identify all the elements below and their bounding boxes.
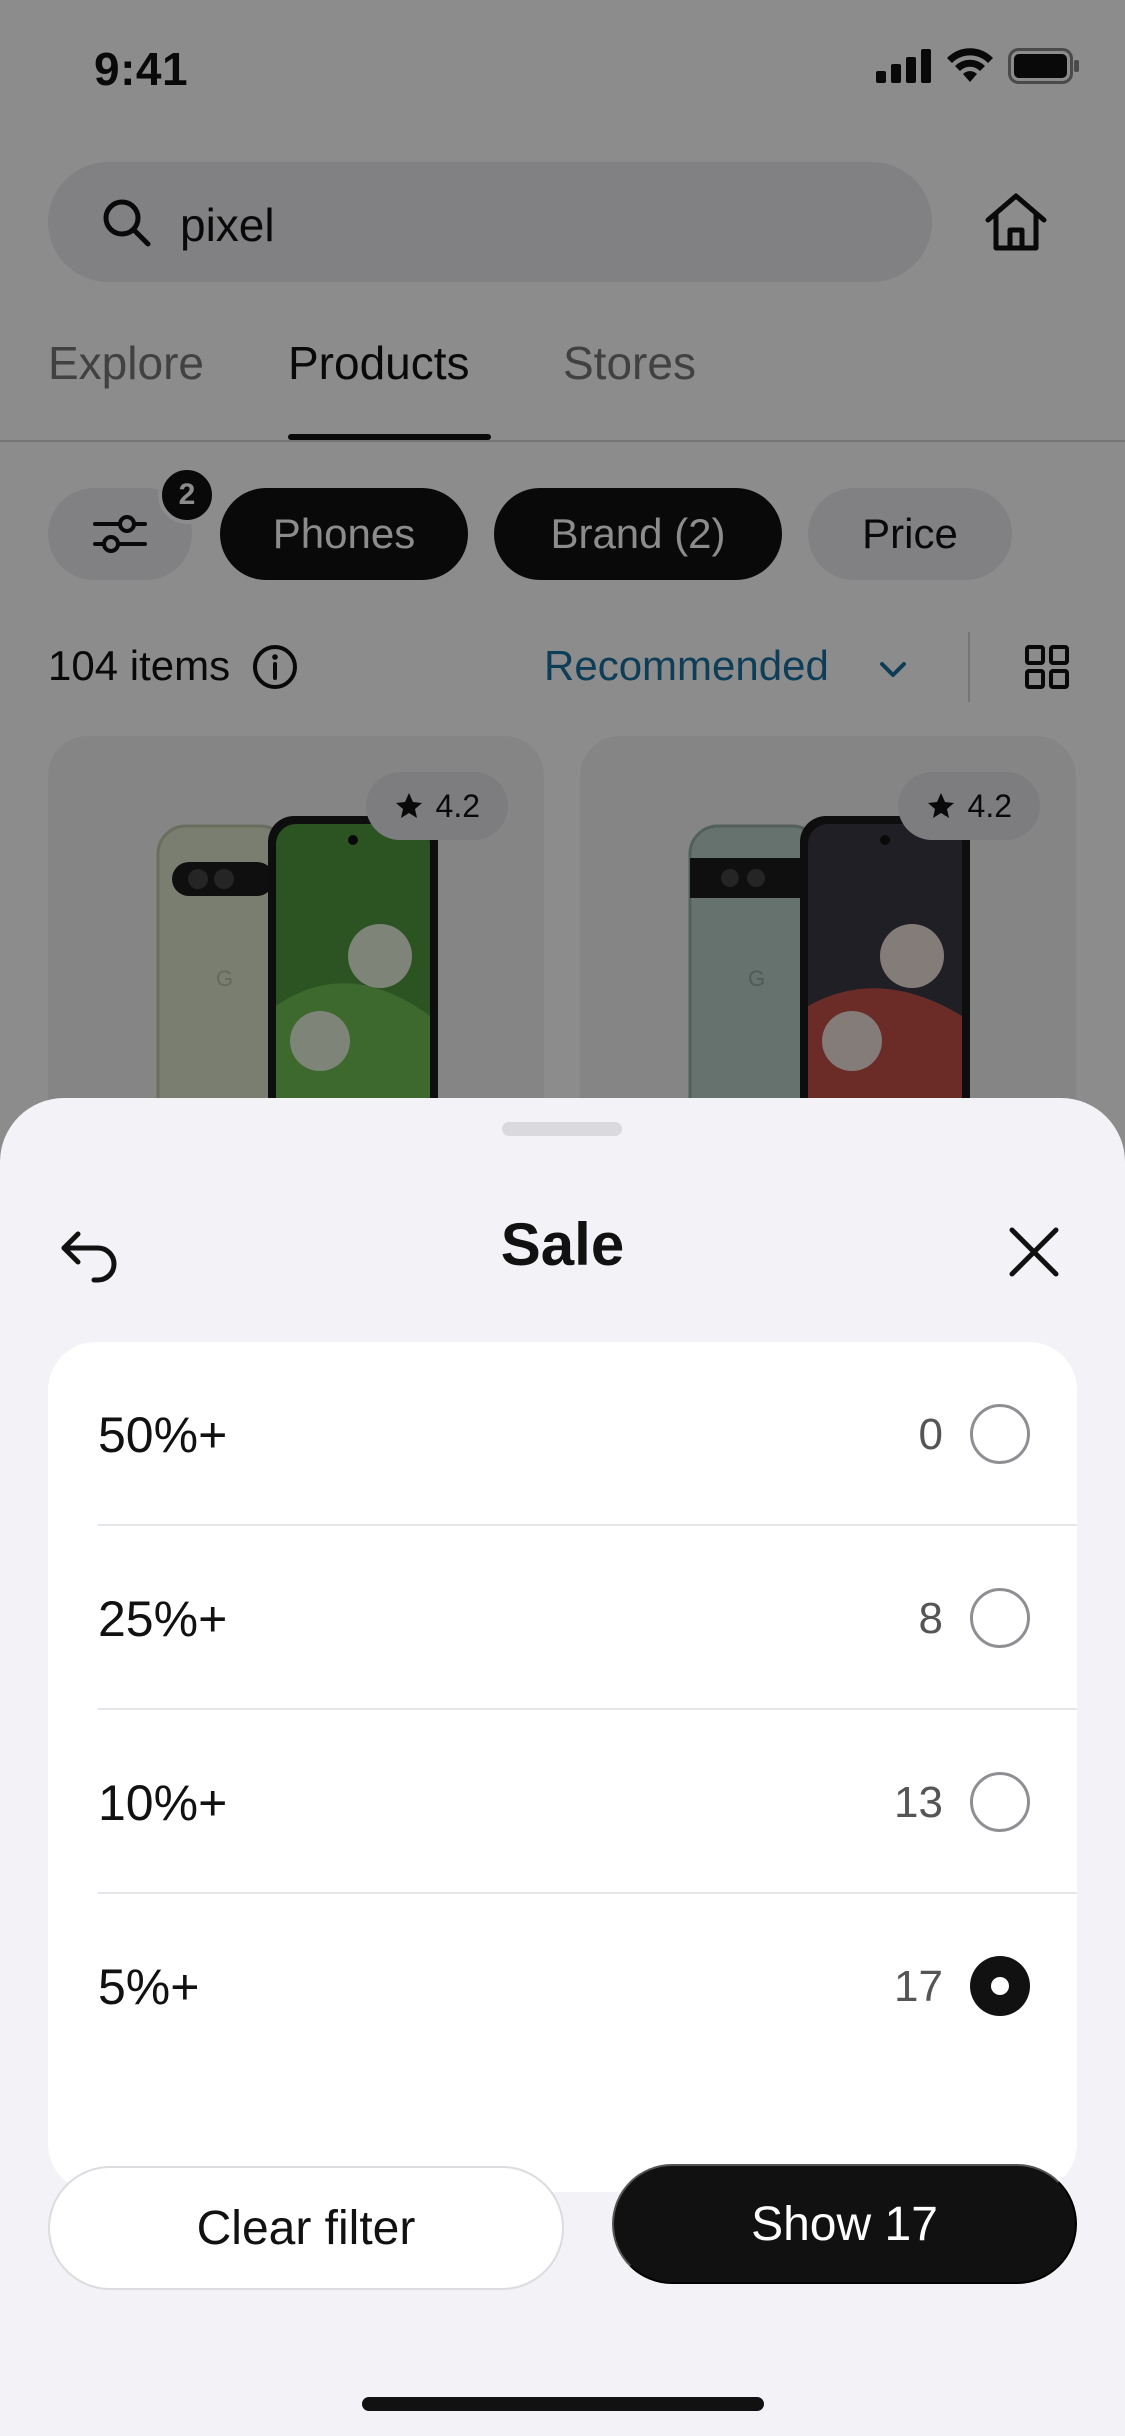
option-25-percent[interactable]: 25%+ 8 [48,1526,1077,1710]
sale-filter-sheet: Sale 50%+ 0 25%+ 8 10%+ 13 5%+ 17 Clear … [0,1098,1125,2436]
option-count: 17 [894,1962,943,2011]
option-count: 0 [918,1410,943,1459]
show-results-button[interactable]: Show 17 [612,2164,1077,2284]
sale-options-list: 50%+ 0 25%+ 8 10%+ 13 5%+ 17 [48,1342,1077,2192]
option-label: 10%+ [98,1775,228,1831]
option-label: 50%+ [98,1407,228,1463]
radio-button-selected[interactable] [970,1956,1030,2016]
close-icon[interactable] [998,1216,1070,1288]
sheet-title: Sale [500,1211,625,1278]
option-50-percent[interactable]: 50%+ 0 [48,1342,1077,1526]
option-label: 25%+ [98,1591,228,1647]
sheet-drag-handle[interactable] [502,1122,622,1136]
option-count: 13 [894,1778,943,1827]
radio-button[interactable] [970,1588,1030,1648]
option-10-percent[interactable]: 10%+ 13 [48,1710,1077,1894]
option-count: 8 [918,1594,943,1643]
option-label: 5%+ [98,1959,200,2015]
home-indicator [362,2397,764,2411]
radio-button[interactable] [970,1772,1030,1832]
option-5-percent[interactable]: 5%+ 17 [48,1894,1077,2078]
clear-filter-button[interactable]: Clear filter [48,2166,564,2290]
radio-button[interactable] [970,1404,1030,1464]
